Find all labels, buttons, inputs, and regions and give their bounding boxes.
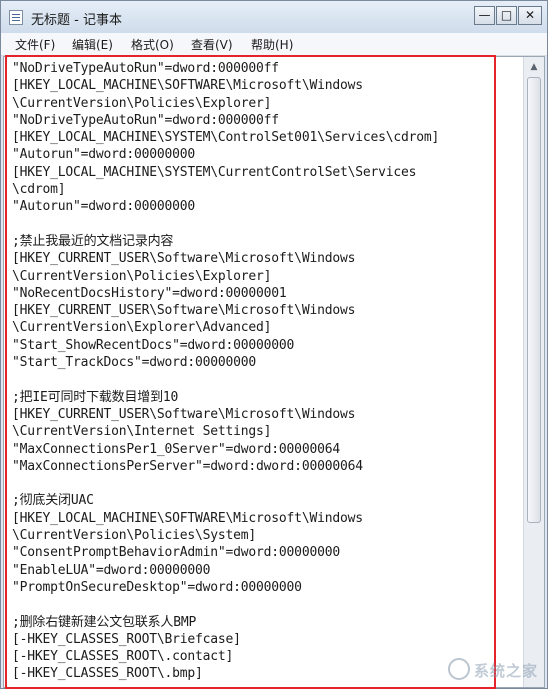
text-line[interactable]: [HKEY_CURRENT_USER\Software\Microsoft\Wi… — [12, 250, 517, 267]
menu-bar: 文件(F) 编辑(E) 格式(O) 查看(V) 帮助(H) — [1, 33, 547, 56]
vertical-scrollbar[interactable]: ▲ — [523, 57, 544, 687]
text-line[interactable]: \CurrentVersion\Policies\System] — [12, 527, 517, 544]
scroll-up-arrow-icon[interactable]: ▲ — [526, 59, 542, 75]
text-line[interactable]: "Autorun"=dword:00000000 — [12, 146, 517, 163]
menu-edit[interactable]: 编辑(E) — [72, 36, 113, 53]
maximize-button[interactable]: □ — [496, 6, 517, 25]
text-line[interactable]: \cdrom] — [12, 181, 517, 198]
text-content-area[interactable]: "NoDriveTypeAutoRun"=dword:000000ff [HKEY… — [12, 60, 517, 686]
text-line[interactable]: "MaxConnectionsPer1_0Server"=dword:00000… — [12, 441, 517, 458]
notepad-window: 无标题 - 记事本 — □ ✕ 文件(F) 编辑(E) 格式(O) 查看(V) … — [0, 0, 548, 689]
text-line[interactable]: ;禁止我最近的文档记录内容 — [12, 233, 517, 250]
text-line[interactable]: "Start_ShowRecentDocs"=dword:00000000 — [12, 337, 517, 354]
text-line[interactable]: \CurrentVersion\Policies\Explorer] — [12, 268, 517, 285]
menu-view[interactable]: 查看(V) — [191, 36, 233, 53]
text-line[interactable]: [HKEY_LOCAL_MACHINE\SOFTWARE\Microsoft\W… — [12, 77, 517, 94]
text-line[interactable]: "NoDriveTypeAutoRun"=dword:000000ff — [12, 112, 517, 129]
text-line[interactable]: [HKEY_LOCAL_MACHINE\SOFTWARE\Microsoft\W… — [12, 510, 517, 527]
text-line[interactable]: "NoRecentDocsHistory"=dword:00000001 — [12, 285, 517, 302]
text-editor[interactable]: "NoDriveTypeAutoRun"=dword:000000ff [HKEY… — [3, 56, 545, 688]
text-line[interactable] — [12, 371, 517, 388]
menu-format[interactable]: 格式(O) — [131, 36, 174, 53]
text-line[interactable]: "ConsentPromptBehaviorAdmin"=dword:00000… — [12, 544, 517, 561]
text-line[interactable]: "EnableLUA"=dword:00000000 — [12, 562, 517, 579]
close-button[interactable]: ✕ — [518, 6, 542, 25]
notepad-app-icon[interactable] — [9, 10, 23, 25]
text-line[interactable]: [-HKEY_CLASSES_ROOT\Briefcase] — [12, 631, 517, 648]
text-line[interactable]: "Autorun"=dword:00000000 — [12, 198, 517, 215]
text-line[interactable] — [12, 596, 517, 613]
text-line[interactable]: ;把IE可同时下载数目增到10 — [12, 389, 517, 406]
text-line[interactable]: [HKEY_CURRENT_USER\Software\Microsoft\Wi… — [12, 302, 517, 319]
text-line[interactable]: [HKEY_CURRENT_USER\Software\Microsoft\Wi… — [12, 406, 517, 423]
title-bar[interactable]: 无标题 - 记事本 — □ ✕ — [1, 1, 547, 33]
text-line[interactable]: "PromptOnSecureDesktop"=dword:00000000 — [12, 579, 517, 596]
window-title: 无标题 - 记事本 — [31, 13, 122, 28]
text-line[interactable]: ;删除右键新建公文包联系人BMP — [12, 614, 517, 631]
text-line[interactable]: [-HKEY_CLASSES_ROOT\.bmp] — [12, 665, 517, 682]
text-line[interactable] — [12, 475, 517, 492]
menu-help[interactable]: 帮助(H) — [251, 36, 293, 53]
menu-file[interactable]: 文件(F) — [15, 36, 55, 53]
text-line[interactable]: "NoDriveTypeAutoRun"=dword:000000ff — [12, 60, 517, 77]
text-line[interactable] — [12, 216, 517, 233]
minimize-button[interactable]: — — [474, 6, 495, 25]
text-line[interactable]: [-HKEY_CLASSES_ROOT\.contact] — [12, 648, 517, 665]
text-line[interactable]: "MaxConnectionsPerServer"=dword:dword:00… — [12, 458, 517, 475]
text-line[interactable]: [HKEY_LOCAL_MACHINE\SYSTEM\CurrentContro… — [12, 164, 517, 181]
text-line[interactable]: \CurrentVersion\Explorer\Advanced] — [12, 319, 517, 336]
text-line[interactable]: "Start_TrackDocs"=dword:00000000 — [12, 354, 517, 371]
text-line[interactable]: ;彻底关闭UAC — [12, 492, 517, 509]
scroll-thumb[interactable] — [527, 77, 541, 523]
text-line[interactable]: [HKEY_LOCAL_MACHINE\SYSTEM\ControlSet001… — [12, 129, 517, 146]
text-line[interactable]: \CurrentVersion\Policies\Explorer] — [12, 95, 517, 112]
text-line[interactable]: \CurrentVersion\Internet Settings] — [12, 423, 517, 440]
